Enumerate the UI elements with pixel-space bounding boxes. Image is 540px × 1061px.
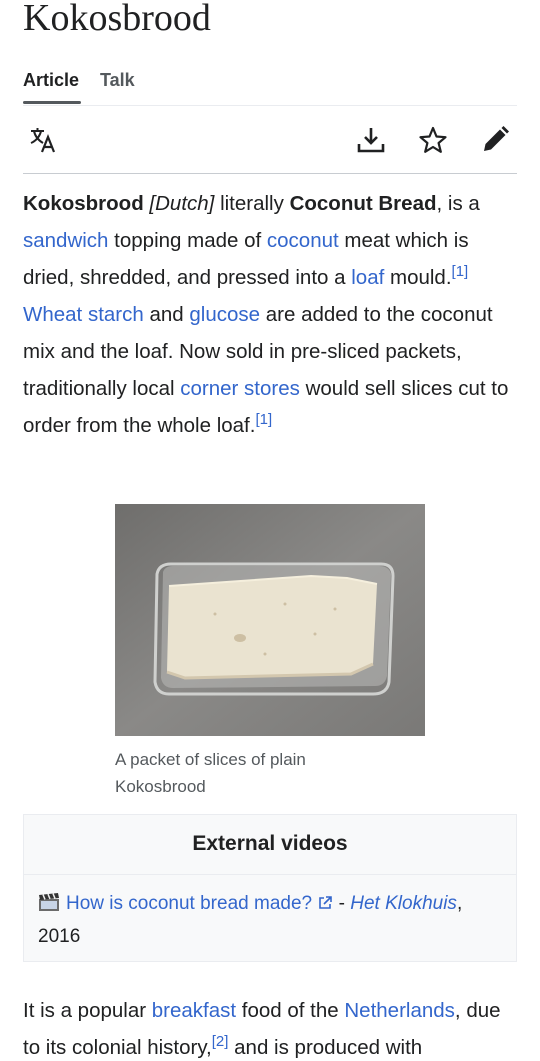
intro-paragraph: Kokosbrood [Dutch] literally Coconut Bre… (23, 185, 517, 444)
video-separator: - (333, 893, 351, 914)
text-run: topping made of (108, 229, 267, 252)
reference-1[interactable]: [1] (452, 263, 469, 280)
term-bold: Kokosbrood (23, 192, 144, 215)
second-paragraph: It is a popular breakfast food of the Ne… (23, 992, 517, 1061)
text-run: , is a (436, 192, 480, 215)
text-run: literally (214, 192, 290, 215)
video-source-link[interactable]: Het Klokhuis (350, 893, 457, 914)
text-run: and is produced with (228, 1036, 423, 1059)
figure: A packet of slices of plain Kokosbrood (115, 504, 425, 800)
kokosbrood-photo[interactable] (115, 504, 425, 736)
external-videos-box: External videos How is coconut bread mad… (23, 814, 517, 962)
external-videos-heading: External videos (24, 815, 516, 875)
text-run: food of the (236, 999, 345, 1022)
tab-talk[interactable]: Talk (100, 68, 135, 92)
star-icon[interactable] (417, 124, 449, 156)
link-coconut[interactable]: coconut (267, 229, 339, 252)
link-loaf[interactable]: loaf (351, 266, 384, 289)
reference-1b[interactable]: [1] (255, 411, 272, 428)
text-run: and (143, 303, 190, 326)
translation-bold: Coconut Bread (289, 192, 437, 215)
tab-article[interactable]: Article (23, 68, 82, 104)
link-netherlands[interactable]: Netherlands (344, 999, 455, 1022)
link-breakfast[interactable]: breakfast (152, 999, 236, 1022)
film-clapper-icon (39, 893, 59, 911)
link-sandwich[interactable]: sandwich (23, 229, 108, 252)
video-year: 2016 (38, 926, 81, 947)
video-comma: , (456, 893, 463, 914)
download-icon[interactable] (355, 124, 387, 156)
page-actions-toolbar (23, 106, 517, 174)
reference-2[interactable]: [2] (212, 1033, 229, 1050)
figure-caption: A packet of slices of plain Kokosbrood (115, 750, 306, 796)
link-corner-stores[interactable]: corner stores (180, 377, 300, 400)
link-glucose[interactable]: glucose (189, 303, 260, 326)
translate-icon[interactable] (27, 124, 59, 156)
video-link[interactable]: How is coconut bread made? (66, 893, 312, 914)
page-title: Kokosbrood (23, 0, 211, 39)
external-video-item: How is coconut bread made? - Het Klokhui… (24, 875, 516, 953)
link-wheat-starch[interactable]: Wheat starch (23, 303, 144, 326)
pencil-icon[interactable] (479, 124, 511, 156)
lang-note: [Dutch] (149, 192, 215, 215)
external-link-icon (319, 896, 333, 909)
page-tabs: Article Talk (23, 68, 517, 106)
text-run: mould. (384, 266, 452, 289)
text-run: It is a popular (23, 999, 152, 1022)
